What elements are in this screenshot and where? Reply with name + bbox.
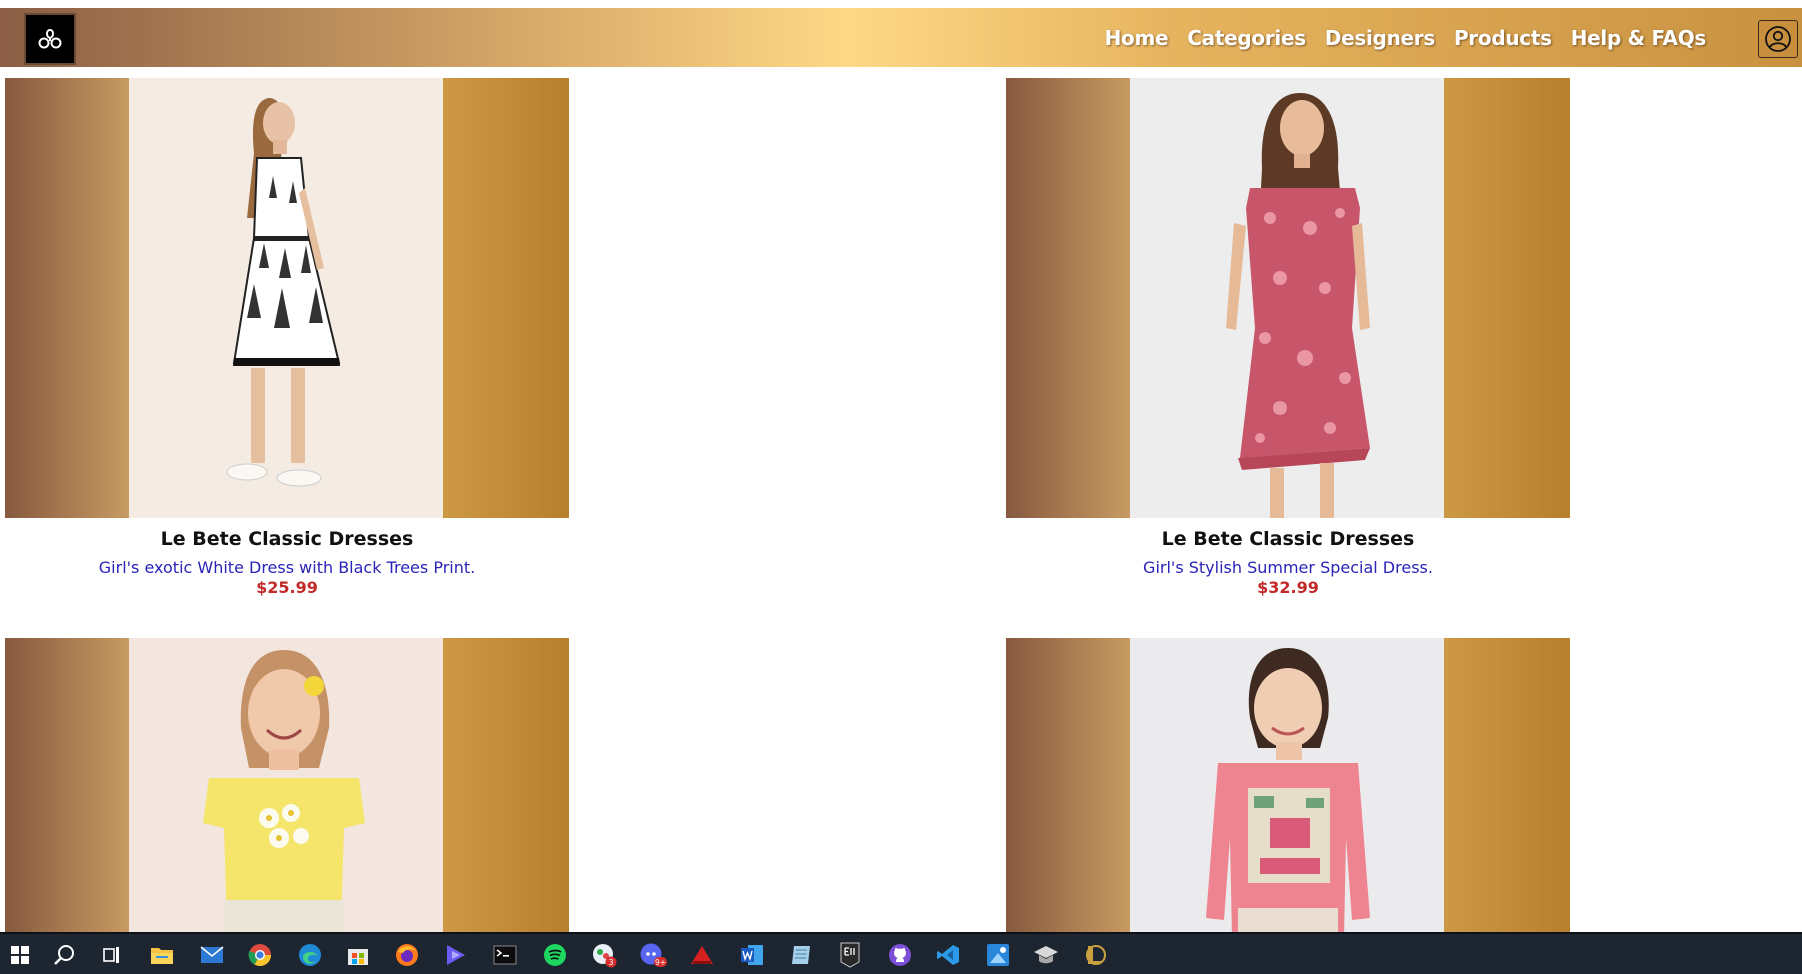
user-circle-icon [1765,26,1791,52]
girl-pink-longsleeve-top-photo [1130,638,1444,938]
league-icon[interactable] [1081,941,1109,969]
chat-app-icon[interactable]: 3 [590,941,618,969]
girl-white-palm-dress-photo [129,78,443,518]
chrome-icon[interactable] [246,941,274,969]
site-logo[interactable] [24,13,76,65]
product-card[interactable] [1006,638,1570,938]
top-navbar: Home Categories Designers Products Help … [0,8,1802,67]
terminal-icon[interactable] [491,941,519,969]
product-card[interactable] [5,638,569,938]
product-image-frame[interactable] [5,78,569,518]
account-button[interactable] [1758,20,1798,58]
product-title[interactable]: Le Bete Classic Dresses [1006,528,1570,550]
nav-designers[interactable]: Designers [1325,26,1435,50]
store-icon[interactable] [344,941,372,969]
education-icon[interactable] [1032,941,1060,969]
notes-icon[interactable] [787,941,815,969]
paint-icon[interactable] [984,941,1012,969]
epic-games-icon[interactable] [836,941,864,969]
product-image-frame[interactable] [5,638,569,938]
vscode-icon[interactable] [934,941,962,969]
product-title[interactable]: Le Bete Classic Dresses [5,528,569,550]
edge-icon[interactable] [296,941,324,969]
spotify-icon[interactable] [541,941,569,969]
game-launcher-icon[interactable] [688,941,716,969]
video-editor-icon[interactable] [442,941,470,969]
product-card[interactable]: Le Bete Classic Dresses Girl's exotic Wh… [5,78,569,597]
nav-home[interactable]: Home [1105,26,1169,50]
discord-icon[interactable]: 9+ [639,941,667,969]
product-description[interactable]: Girl's Stylish Summer Special Dress. [1006,558,1570,577]
product-price: $32.99 [1257,578,1319,597]
mail-icon[interactable] [198,941,226,969]
windows-taskbar: 3 9+ [0,932,1802,974]
nav-products[interactable]: Products [1454,26,1552,50]
nav-help-faqs[interactable]: Help & FAQs [1571,26,1707,50]
page: Home Categories Designers Products Help … [0,0,1802,974]
product-price: $25.99 [256,578,318,597]
girl-yellow-flower-top-photo [129,638,443,938]
nav-categories[interactable]: Categories [1187,26,1306,50]
product-image-frame[interactable] [1006,638,1570,938]
firefox-icon[interactable] [393,941,421,969]
girl-pink-floral-dress-photo [1130,78,1444,518]
github-icon[interactable] [886,941,914,969]
task-view-icon[interactable] [99,941,127,969]
main-nav: Home Categories Designers Products Help … [1105,8,1707,67]
triskelion-logo-icon [38,28,62,49]
product-description[interactable]: Girl's exotic White Dress with Black Tre… [5,558,569,577]
discord-badge: 9+ [655,958,666,967]
word-icon[interactable] [738,941,766,969]
file-explorer-icon[interactable] [148,941,176,969]
product-card[interactable]: Le Bete Classic Dresses Girl's Stylish S… [1006,78,1570,597]
chat-badge: 3 [608,958,613,967]
product-image-frame[interactable] [1006,78,1570,518]
windows-start-icon[interactable] [6,941,34,969]
search-icon[interactable] [51,941,79,969]
